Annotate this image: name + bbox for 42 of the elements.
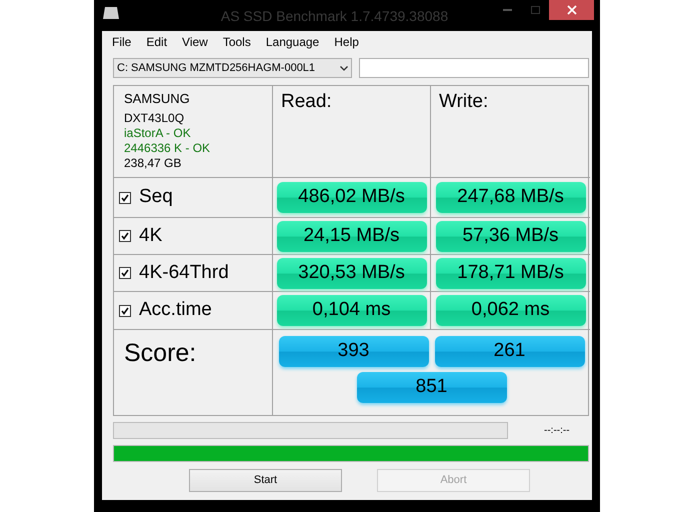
write-score: 261 <box>434 336 584 367</box>
chevron-down-icon <box>340 66 348 70</box>
drive-info-line: 2446336 K - OK <box>124 141 212 156</box>
test-checkbox[interactable] <box>119 304 131 316</box>
menu-item[interactable]: Help <box>327 33 366 51</box>
menu-item[interactable]: Tools <box>216 33 258 51</box>
drive-info-line: 238,47 GB <box>124 156 182 171</box>
test-label: Acc.time <box>139 298 212 322</box>
menu-item[interactable]: Language <box>258 33 326 51</box>
test-checkbox[interactable] <box>119 267 131 279</box>
drive-icon <box>102 6 120 20</box>
read-result: 24,15 MB/s <box>276 220 426 252</box>
test-label: Seq <box>139 185 173 210</box>
write-result: 57,36 MB/s <box>436 220 586 252</box>
drive-info-line: SAMSUNG <box>124 91 191 106</box>
menu-item[interactable]: File <box>105 33 138 51</box>
write-result: 0,062 ms <box>436 295 586 326</box>
read-score: 393 <box>278 336 428 367</box>
read-result: 486,02 MB/s <box>276 182 426 213</box>
score-label: Score: <box>124 339 196 367</box>
read-result: 0,104 ms <box>276 295 426 326</box>
write-result: 247,68 MB/s <box>436 182 586 213</box>
write-result: 178,71 MB/s <box>436 258 586 288</box>
test-label: 4K <box>139 224 162 248</box>
drive-info-line: iaStorA - OK <box>124 126 192 141</box>
text-field[interactable] <box>359 58 589 78</box>
test-checkbox[interactable] <box>119 230 131 242</box>
read-header: Read: <box>281 91 332 112</box>
read-result: 320,53 MB/s <box>276 258 426 288</box>
test-checkbox[interactable] <box>119 192 131 204</box>
drive-dropdown[interactable]: C: SAMSUNG MZMTD256HAGM-000L1 <box>113 58 352 78</box>
elapsed-time: --:--:-- <box>544 424 570 438</box>
close-icon <box>566 5 576 15</box>
drive-info-line: DXT43L0Q <box>124 111 186 126</box>
action-button[interactable]: Start <box>189 469 342 492</box>
menu-item[interactable]: View <box>175 33 215 51</box>
write-header: Write: <box>439 91 488 112</box>
test-label: 4K-64Thrd <box>139 260 229 285</box>
total-score: 851 <box>356 372 506 403</box>
close-button[interactable] <box>549 0 594 20</box>
window-title: AS SSD Benchmark 1.7.4739.38088 <box>220 7 448 26</box>
menu-item[interactable]: Edit <box>139 33 174 51</box>
